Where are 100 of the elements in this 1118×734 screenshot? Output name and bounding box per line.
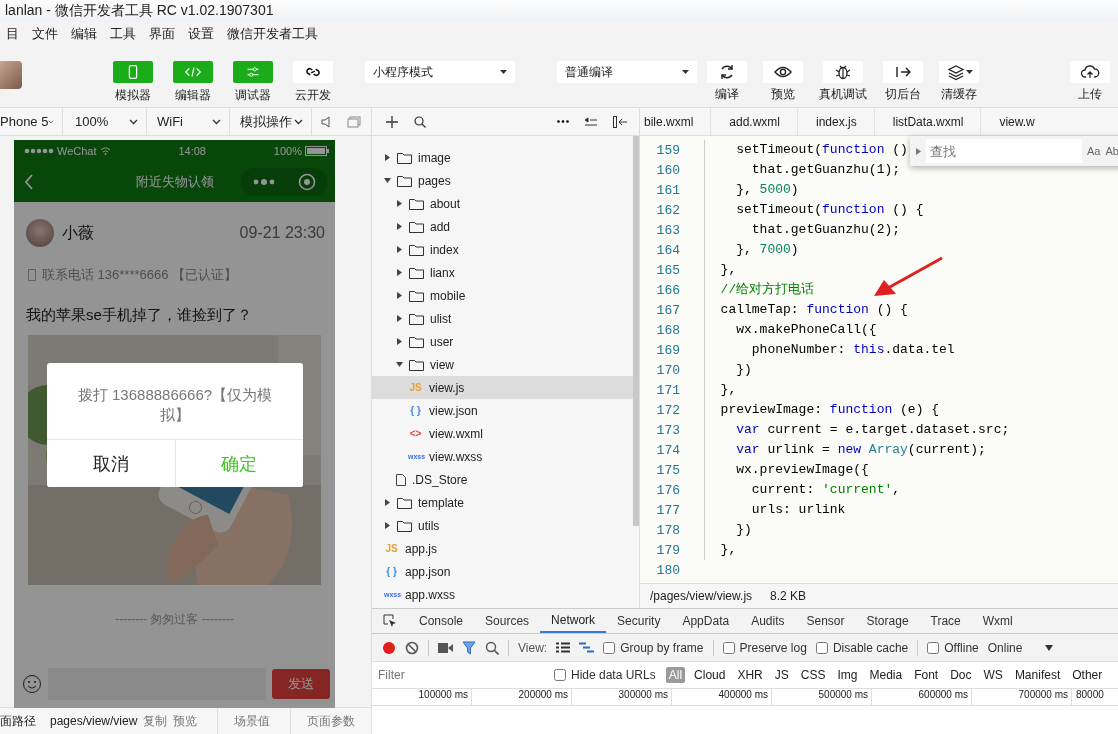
- outdent-icon[interactable]: [585, 116, 597, 127]
- menu-item[interactable]: 界面: [149, 25, 182, 43]
- menu-item[interactable]: 工具: [110, 25, 143, 43]
- tree-item[interactable]: mobile: [372, 284, 633, 307]
- toolbar-button[interactable]: [1070, 61, 1110, 83]
- caret-right-icon[interactable]: [384, 499, 391, 506]
- toolbar-button[interactable]: [763, 61, 803, 83]
- editor-tab[interactable]: add.wxml: [711, 108, 799, 135]
- search-icon[interactable]: [414, 115, 426, 128]
- emoji-icon[interactable]: [22, 674, 42, 694]
- type-filter[interactable]: Manifest: [1011, 667, 1064, 683]
- page-params-link[interactable]: 页面参数: [307, 712, 356, 730]
- device-select[interactable]: Phone 5: [0, 108, 63, 135]
- record-icon[interactable]: [382, 640, 396, 655]
- type-filter[interactable]: Img: [834, 667, 861, 683]
- back-icon[interactable]: [24, 174, 34, 190]
- toolbar-button[interactable]: [939, 61, 979, 83]
- mode-select[interactable]: 小程序模式: [365, 61, 515, 83]
- tree-item[interactable]: <> view.wxml: [372, 422, 633, 445]
- editor-tab[interactable]: index.js: [798, 108, 875, 135]
- devtools-tab[interactable]: Wxml: [971, 609, 1024, 633]
- tree-item[interactable]: { } view.json: [372, 399, 633, 422]
- tree-item[interactable]: ulist: [372, 307, 633, 330]
- checkbox[interactable]: [815, 641, 828, 654]
- menu-item[interactable]: 微信开发者工具: [227, 25, 325, 43]
- compile-select[interactable]: 普通编译: [557, 61, 697, 83]
- caret-right-icon[interactable]: [396, 246, 403, 253]
- checkbox[interactable]: [603, 641, 616, 654]
- find-option[interactable]: Ab: [1105, 145, 1118, 157]
- clear-icon[interactable]: [405, 640, 419, 655]
- devtools-tab[interactable]: AppData: [671, 609, 741, 633]
- caret-down-icon[interactable]: [384, 177, 391, 184]
- menu-item[interactable]: 目: [6, 25, 26, 43]
- device-select[interactable]: WiFi: [147, 108, 230, 135]
- list-view-icon[interactable]: [556, 642, 571, 653]
- device-select[interactable]: 100%: [63, 108, 147, 135]
- tree-item[interactable]: add: [372, 215, 633, 238]
- caret-right-icon[interactable]: [396, 315, 403, 322]
- waterfall-icon[interactable]: [579, 642, 595, 653]
- more-icon[interactable]: [557, 120, 569, 123]
- tree-item[interactable]: { } app.json: [372, 560, 633, 583]
- type-filter[interactable]: Other: [1069, 667, 1106, 683]
- tree-item[interactable]: JS app.js: [372, 537, 633, 560]
- find-option[interactable]: Aa: [1087, 145, 1101, 157]
- checkbox[interactable]: [927, 641, 940, 654]
- tree-item[interactable]: lianx: [372, 261, 633, 284]
- caret-right-icon[interactable]: [384, 522, 391, 529]
- filter-icon[interactable]: [462, 640, 476, 655]
- caret-down-icon[interactable]: [396, 361, 403, 368]
- expand-icon[interactable]: [916, 147, 921, 155]
- toolbar-button[interactable]: [823, 61, 863, 83]
- caret-icon[interactable]: [1045, 644, 1054, 651]
- preview-link[interactable]: 预览: [173, 712, 198, 730]
- tree-item[interactable]: utils: [372, 514, 633, 537]
- caret-right-icon[interactable]: [396, 200, 403, 207]
- toolbar-button[interactable]: [707, 61, 747, 83]
- tree-item[interactable]: user: [372, 330, 633, 353]
- tree-item[interactable]: template: [372, 491, 633, 514]
- caret-right-icon[interactable]: [396, 223, 403, 230]
- editor-tab[interactable]: listData.wxml: [874, 108, 982, 135]
- toolbar-button[interactable]: [883, 61, 923, 83]
- caret-right-icon[interactable]: [384, 154, 391, 161]
- type-filter[interactable]: Media: [866, 667, 906, 683]
- speaker-icon[interactable]: [321, 115, 331, 128]
- capsule-menu[interactable]: [241, 168, 327, 196]
- collapse-icon[interactable]: [613, 115, 627, 128]
- devtools-tab[interactable]: Security: [606, 609, 672, 633]
- camera-icon[interactable]: [438, 642, 453, 653]
- checkbox[interactable]: [554, 669, 566, 681]
- caret-right-icon[interactable]: [396, 269, 403, 276]
- caret-right-icon[interactable]: [396, 338, 403, 345]
- caret-right-icon[interactable]: [396, 292, 403, 299]
- devtools-tab[interactable]: Audits: [740, 609, 796, 633]
- tree-item[interactable]: about: [372, 192, 633, 215]
- type-filter[interactable]: JS: [771, 667, 792, 683]
- type-filter[interactable]: Doc: [947, 667, 975, 683]
- tree-item[interactable]: .DS_Store: [372, 468, 633, 491]
- tree-item[interactable]: JS view.js: [372, 376, 633, 399]
- tree-item[interactable]: view: [372, 353, 633, 376]
- type-filter[interactable]: Font: [911, 667, 942, 683]
- type-filter[interactable]: XHR: [734, 667, 766, 683]
- menu-item[interactable]: 文件: [32, 25, 65, 43]
- editor-tab[interactable]: bile.wxml: [640, 108, 712, 135]
- devtools-tab[interactable]: Console: [408, 609, 475, 633]
- editor-tab[interactable]: view.w: [981, 108, 1035, 135]
- throttle-select[interactable]: Online: [987, 640, 1023, 655]
- search-icon[interactable]: [485, 640, 499, 655]
- inspect-icon[interactable]: [383, 614, 397, 628]
- devtools-tab[interactable]: Storage: [855, 609, 920, 633]
- devtools-tab[interactable]: Sensor: [795, 609, 856, 633]
- menu-item[interactable]: 设置: [188, 25, 221, 43]
- find-field[interactable]: 查找: [926, 139, 1082, 163]
- cancel-button[interactable]: 取消: [47, 440, 176, 487]
- scene-value-link[interactable]: 场景值: [234, 712, 271, 730]
- menu-item[interactable]: 编辑: [71, 25, 104, 43]
- type-filter[interactable]: CSS: [797, 667, 829, 683]
- type-filter[interactable]: Cloud: [691, 667, 729, 683]
- tree-item[interactable]: index: [372, 238, 633, 261]
- tree-item[interactable]: image: [372, 146, 633, 169]
- tree-item[interactable]: pages: [372, 169, 633, 192]
